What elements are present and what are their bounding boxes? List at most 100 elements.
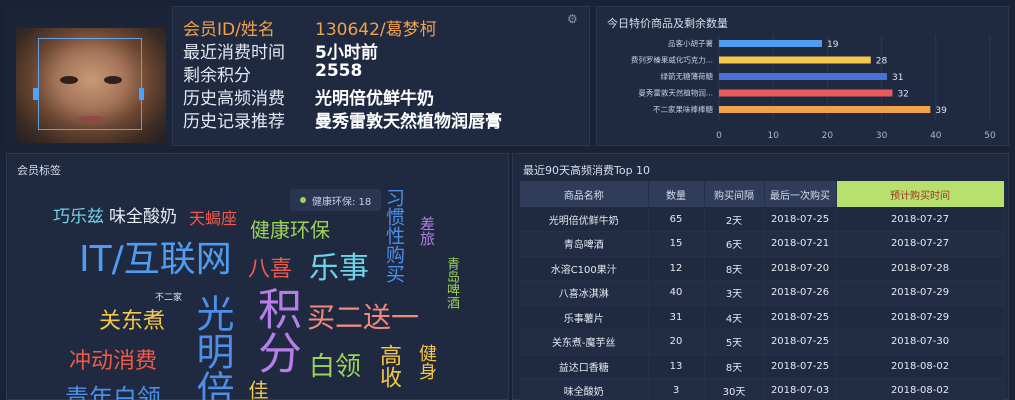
cell-qty: 20 xyxy=(648,329,705,355)
cell-predicted: 2018-07-27 xyxy=(836,231,1005,257)
gear-icon[interactable]: ⚙ xyxy=(567,13,579,25)
category-label: 品客小胡子薯 xyxy=(668,38,713,48)
table-row[interactable]: 味全酸奶 3 30天 2018-07-03 2018-08-02 xyxy=(520,378,1005,400)
member-face-photo xyxy=(16,28,166,143)
bar-value-label: 32 xyxy=(897,90,908,100)
cell-last: 2018-07-03 xyxy=(764,378,837,400)
info-label-frequent: 历史高频消费 xyxy=(183,89,285,109)
member-tags-panel: 会员标签 健康环保: 18 巧乐兹 味全酸奶 天蝎座 健康环保 习惯性购买 差旅 青岛啤酒 I… xyxy=(6,153,509,400)
info-label-recommend: 历史记录推荐 xyxy=(183,112,285,132)
tag-word[interactable]: 巧乐兹 xyxy=(53,209,104,226)
cell-qty: 40 xyxy=(648,280,705,306)
tag-word[interactable]: 白领 xyxy=(309,354,361,380)
tag-word[interactable]: 差旅 xyxy=(418,216,436,246)
cell-predicted: 2018-07-29 xyxy=(836,280,1005,306)
cell-interval: 8天 xyxy=(704,256,765,281)
cell-product: 光明倍优鲜牛奶 xyxy=(520,207,649,232)
cell-interval: 6天 xyxy=(704,231,765,257)
tag-word[interactable]: 积分 xyxy=(250,286,301,374)
tag-word[interactable]: 天蝎座 xyxy=(189,211,237,227)
cell-qty: 65 xyxy=(648,207,705,232)
table-row[interactable]: 水溶C100果汁 12 8天 2018-07-20 2018-07-28 xyxy=(520,256,1005,281)
col-header-predicted[interactable]: 预计购买时间 xyxy=(836,181,1005,207)
tooltip-text: 健康环保: 18 xyxy=(312,196,372,208)
info-value-points: 2558 xyxy=(315,61,363,81)
bar[interactable] xyxy=(719,73,888,80)
col-header-interval[interactable]: 购买间隔 xyxy=(704,181,765,207)
cell-qty: 31 xyxy=(648,305,705,330)
tag-word[interactable]: 光明倍 xyxy=(190,294,234,400)
bar-value-label: 19 xyxy=(827,40,839,50)
tag-word[interactable]: 健康环保 xyxy=(250,220,330,240)
tag-word[interactable]: 青年白领 xyxy=(65,386,161,400)
bar[interactable] xyxy=(719,56,871,64)
cell-predicted: 2018-07-28 xyxy=(836,256,1005,281)
cell-last: 2018-07-25 xyxy=(764,207,837,232)
bar[interactable] xyxy=(719,106,931,113)
cell-interval: 4天 xyxy=(704,305,765,330)
x-tick-label: 50 xyxy=(984,131,996,141)
cell-predicted: 2018-07-29 xyxy=(836,305,1005,330)
category-label: 绿箭无糖薄荷糖 xyxy=(661,71,714,81)
cell-predicted: 2018-07-27 xyxy=(836,207,1005,232)
cell-last: 2018-07-26 xyxy=(764,280,837,306)
info-label-points: 剩余积分 xyxy=(183,66,251,86)
tag-word[interactable]: 乐事 xyxy=(309,254,369,284)
cell-interval: 3天 xyxy=(704,280,765,306)
top10-table: 商品名称 数量 购买间隔 最后一次购买 预计购买时间 光明倍优鲜牛奶 65 2天 20… xyxy=(520,181,1005,400)
cell-last: 2018-07-20 xyxy=(764,256,837,281)
tag-word[interactable]: 健身 xyxy=(416,344,437,380)
cell-last: 2018-07-25 xyxy=(764,305,837,330)
cell-last: 2018-07-21 xyxy=(764,231,837,257)
scan-handle-left xyxy=(33,88,38,100)
top10-table-panel: 最近90天高频消费Top 10 商品名称 数量 购买间隔 最后一次购买 预计购买… xyxy=(512,153,1009,400)
cell-interval: 8天 xyxy=(704,354,765,379)
x-tick-label: 40 xyxy=(930,131,942,141)
cell-interval: 30天 xyxy=(704,378,765,400)
category-label: 不二家果味棒棒糖 xyxy=(653,104,713,114)
member-info-panel: 会员ID/姓名 130642/葛梦柯 最近消费时间 5小时前 剩余积分 2558… xyxy=(172,6,590,146)
x-tick-label: 10 xyxy=(767,131,779,141)
tag-word[interactable]: 习惯性购买 xyxy=(383,188,405,283)
tag-word[interactable]: 佳 xyxy=(245,380,269,400)
table-row[interactable]: 关东煮-魔芋丝 20 5天 2018-07-25 2018-07-30 xyxy=(520,329,1005,355)
cell-product: 益达口香糖 xyxy=(520,354,649,379)
tag-word[interactable]: 青岛啤酒 xyxy=(444,257,459,309)
info-row-points: 剩余积分 2558 xyxy=(183,61,363,86)
tag-word[interactable]: 买二送一 xyxy=(307,304,419,332)
face-scan-frame xyxy=(38,38,142,130)
tag-word[interactable]: 不二家 xyxy=(155,294,182,303)
tag-tooltip: 健康环保: 18 xyxy=(290,189,382,211)
bar[interactable] xyxy=(719,89,893,97)
cell-product: 青岛啤酒 xyxy=(520,231,649,257)
tag-word[interactable]: 八喜 xyxy=(248,259,292,281)
info-value-recommend: 曼秀雷敦天然植物润唇膏 xyxy=(315,112,502,132)
tag-word[interactable]: 冲动消费 xyxy=(69,351,157,373)
profile-photo-panel xyxy=(6,6,171,146)
table-row[interactable]: 益达口香糖 13 8天 2018-07-25 2018-08-02 xyxy=(520,354,1005,379)
info-value-id: 130642/葛梦柯 xyxy=(315,20,437,40)
table-row[interactable]: 光明倍优鲜牛奶 65 2天 2018-07-25 2018-07-27 xyxy=(520,207,1005,232)
col-header-last[interactable]: 最后一次购买 xyxy=(764,181,837,207)
table-row[interactable]: 乐事薯片 31 4天 2018-07-25 2018-07-29 xyxy=(520,305,1005,330)
cell-product: 八喜冰淇淋 xyxy=(520,280,649,306)
bar[interactable] xyxy=(719,40,822,47)
tag-word[interactable]: IT/互联网 xyxy=(79,242,232,278)
cell-predicted: 2018-08-02 xyxy=(836,354,1005,379)
tag-word[interactable]: 味全酸奶 xyxy=(109,209,177,226)
table-row[interactable]: 八喜冰淇淋 40 3天 2018-07-26 2018-07-29 xyxy=(520,280,1005,306)
tag-word[interactable]: 高收 xyxy=(376,344,401,388)
category-label: 曼秀雷敦天然植物润... xyxy=(638,88,713,98)
col-header-product[interactable]: 商品名称 xyxy=(520,181,649,207)
table-row[interactable]: 青岛啤酒 15 6天 2018-07-21 2018-07-27 xyxy=(520,231,1005,257)
bar-value-label: 39 xyxy=(935,106,947,116)
cell-interval: 2天 xyxy=(704,207,765,232)
cell-qty: 12 xyxy=(648,256,705,281)
cell-qty: 15 xyxy=(648,231,705,257)
col-header-qty[interactable]: 数量 xyxy=(648,181,705,207)
info-label-id: 会员ID/姓名 xyxy=(183,20,275,40)
cell-product: 关东煮-魔芋丝 xyxy=(520,329,649,355)
info-row-frequent: 历史高频消费 光明倍优鲜牛奶 xyxy=(183,84,434,109)
cell-qty: 13 xyxy=(648,354,705,379)
tag-word[interactable]: 关东煮 xyxy=(99,311,165,333)
